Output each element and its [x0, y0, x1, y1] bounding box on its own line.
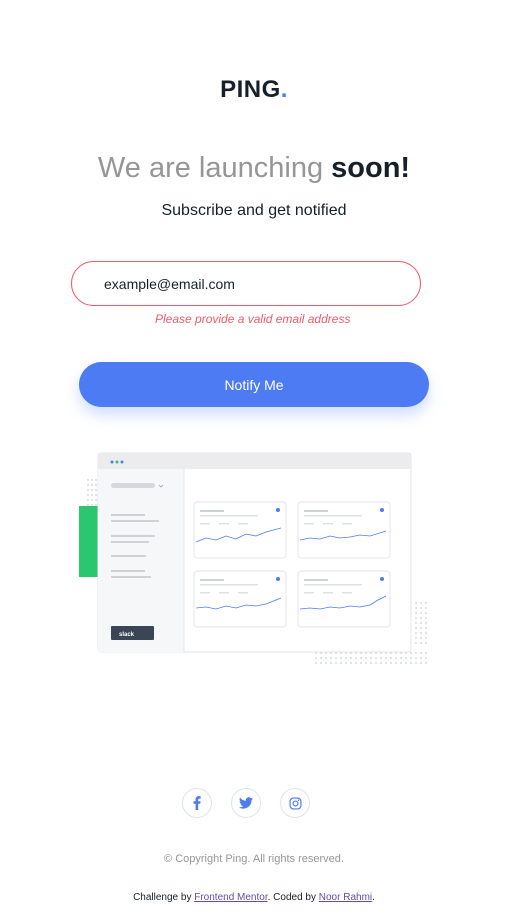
svg-text:slack: slack [119, 632, 135, 638]
social-links [0, 788, 508, 818]
notify-me-button[interactable]: Notify Me [79, 362, 429, 407]
instagram-icon[interactable] [280, 788, 310, 818]
logo: PING. [220, 76, 288, 103]
page-title: We are launching soon! [0, 152, 508, 185]
attribution: Challenge by Frontend Mentor. Coded by N… [133, 892, 375, 903]
headline-light: We are launching [97, 152, 332, 184]
green-accent [79, 506, 99, 577]
headline-bold: soon! [331, 152, 411, 184]
twitter-icon[interactable] [231, 788, 261, 818]
error-message-text: Please provide a valid email address [155, 312, 351, 326]
frontend-mentor-link[interactable]: Frontend Mentor [194, 892, 267, 903]
subtitle: Subscribe and get notified [161, 202, 347, 219]
facebook-icon[interactable] [182, 788, 212, 818]
author-link[interactable]: Noor Rahmi [319, 892, 372, 903]
email-field[interactable] [71, 261, 421, 306]
dashboard-illustration: slack [76, 448, 436, 668]
copyright: © Copyright Ping. All rights reserved. [164, 853, 344, 865]
page: PING. We are launching soon! Subscribe a… [0, 0, 508, 916]
